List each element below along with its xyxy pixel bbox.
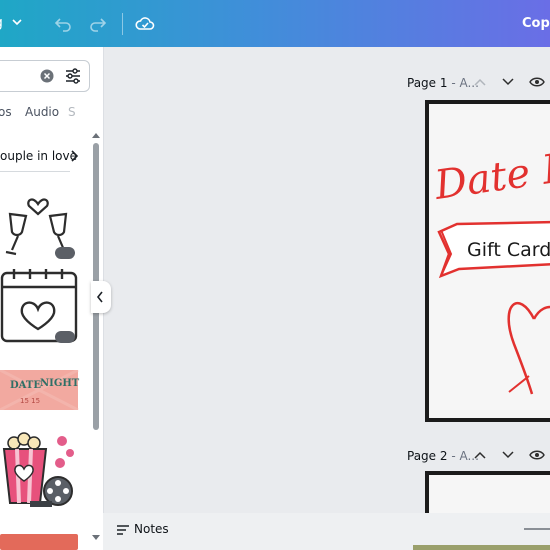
copy-button[interactable]: Copy: [522, 16, 550, 31]
design-title[interactable]: Date N: [431, 143, 550, 209]
breadcrumb-label: ouple in love: [0, 149, 78, 163]
page-1-canvas[interactable]: Date N Gift Card: [425, 100, 550, 422]
svg-text:DATE: DATE: [10, 380, 41, 391]
notes-icon: [117, 525, 129, 535]
search-input[interactable]: [0, 60, 90, 92]
redo-icon[interactable]: [89, 15, 107, 33]
chevron-up-icon[interactable]: [474, 78, 486, 86]
page-2-label: Page 2: [407, 449, 448, 463]
clear-icon[interactable]: [40, 69, 54, 83]
chevron-down-icon[interactable]: [92, 535, 100, 541]
chevron-down-icon[interactable]: [12, 18, 22, 26]
popcorn-film-icon[interactable]: [0, 431, 80, 511]
chevron-up-icon[interactable]: [474, 451, 486, 459]
svg-text:15 15: 15 15: [20, 397, 40, 405]
chevron-right-icon: [71, 150, 78, 162]
tab-audio[interactable]: Audio: [25, 105, 59, 119]
zoom-slider[interactable]: [524, 528, 550, 530]
breadcrumb-divider: [0, 171, 70, 172]
page-1-content[interactable]: Date N Gift Card: [429, 104, 550, 418]
design-artwork[interactable]: Date N Gift Card: [429, 104, 550, 418]
eye-icon[interactable]: [529, 76, 545, 88]
crown-icon: [55, 247, 75, 259]
chevron-down-icon[interactable]: [502, 78, 514, 86]
element-tile[interactable]: [0, 534, 78, 550]
filter-icon[interactable]: [65, 68, 81, 84]
eye-icon[interactable]: [529, 449, 545, 461]
date-night-ticket-image[interactable]: DATE NIGHT 15 15: [0, 370, 80, 410]
chevron-down-icon[interactable]: [502, 451, 514, 459]
tab-videos[interactable]: os: [0, 105, 12, 119]
breadcrumb[interactable]: ouple in love: [0, 149, 78, 163]
page-2-header[interactable]: Page 2 - A...: [407, 449, 479, 463]
undo-icon[interactable]: [54, 15, 72, 33]
file-menu-label[interactable]: g: [0, 15, 3, 31]
top-toolbar: g Copy: [0, 0, 550, 47]
crown-icon: [55, 331, 75, 343]
collapse-panel-button[interactable]: [91, 281, 111, 313]
toolbar-divider: [122, 13, 123, 35]
page-1-header[interactable]: Page 1 - A...: [407, 76, 479, 90]
page-thumbnail-strip[interactable]: [413, 545, 550, 550]
cloud-saved-icon[interactable]: [135, 14, 155, 34]
notes-label: Notes: [134, 522, 169, 536]
page-1-label: Page 1: [407, 76, 448, 90]
chevron-left-icon: [96, 291, 103, 303]
svg-text:NIGHT: NIGHT: [40, 378, 80, 389]
chevron-up-icon[interactable]: [92, 132, 100, 138]
banner-text[interactable]: Gift Card: [467, 239, 550, 261]
elements-panel: os Audio S ouple in love DATE NIGHT 15 1…: [0, 47, 104, 550]
tab-more[interactable]: S: [68, 105, 76, 119]
